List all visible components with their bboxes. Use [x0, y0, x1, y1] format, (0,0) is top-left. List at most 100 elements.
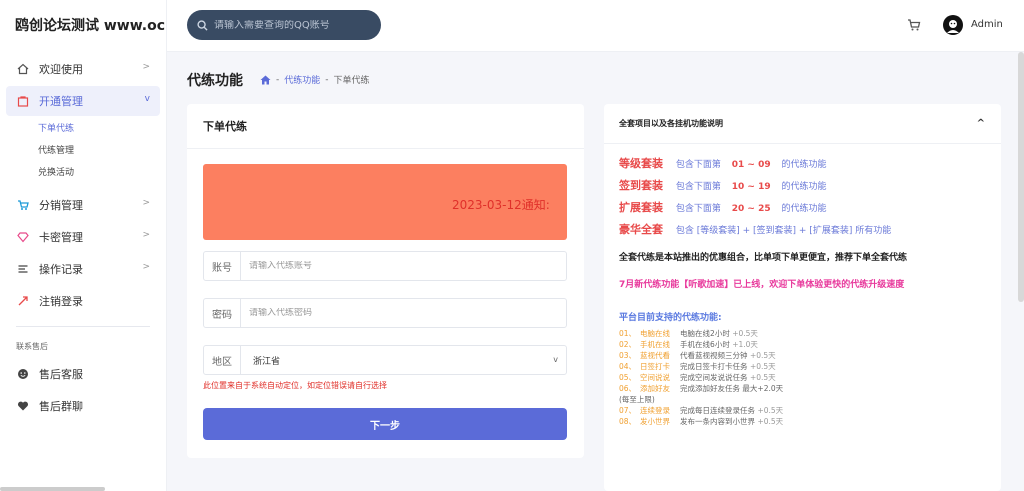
region-value: 浙江省: [253, 356, 281, 367]
package-name: 等级套装: [619, 157, 663, 170]
list-item: 03、 蓝视代看 代看蓝视视频三分钟 +0.5天: [619, 351, 776, 360]
sidebar-item-welcome[interactable]: 欢迎使用 >: [6, 54, 160, 84]
sidebar-subitem-manage[interactable]: 代练管理: [0, 140, 166, 162]
sidebar-item-label: 分销管理: [39, 199, 83, 212]
sidebar-item-group[interactable]: 售后群聊: [6, 391, 160, 421]
package-range: 10 ~ 19: [731, 182, 771, 192]
sidebar-item-label: 开通管理: [39, 95, 83, 108]
package-name: 扩展套装: [619, 201, 663, 214]
next-step-button[interactable]: 下一步: [203, 408, 567, 440]
chevron-down-icon: v: [144, 94, 150, 104]
list-item: 08、 发小世界 发布一条内容到小世界 +0.5天: [619, 417, 784, 426]
username[interactable]: Admin: [971, 19, 1003, 30]
chevron-right-icon: >: [142, 62, 150, 72]
search-input[interactable]: [214, 19, 374, 31]
chevron-right-icon: >: [142, 262, 150, 272]
package-range: 01 ~ 09: [731, 160, 771, 170]
package-row: 签到套装 包含下面第 10 ~ 19 的代练功能: [619, 177, 827, 193]
package-prefix: 包含下面第: [675, 160, 721, 170]
summary-text: 全套代练是本站推出的优惠组合，比单项下单更便宜，推荐下单全套代练: [619, 253, 908, 263]
list-item: 06、 添加好友 完成添加好友任务 最大+2.0天(每至上限): [619, 384, 784, 404]
diamond-icon: [16, 230, 30, 244]
package-suffix: 的代练功能: [781, 182, 827, 192]
breadcrumb-separator: -: [276, 74, 280, 85]
breadcrumb: - 代练功能 - 下单代练: [260, 73, 370, 86]
chevron-right-icon: >: [142, 198, 150, 208]
top-header: Admin: [167, 0, 1024, 52]
package-prefix: 包含 [等级套装] + [签到套装] + [扩展套装] 所有功能: [675, 226, 892, 236]
password-field[interactable]: 密码: [203, 298, 567, 328]
sidebar-item-cardkey[interactable]: 卡密管理 >: [6, 222, 160, 252]
account-input[interactable]: [249, 261, 549, 271]
sidebar-item-label: 卡密管理: [39, 231, 83, 244]
package-row: 扩展套装 包含下面第 20 ~ 25 的代练功能: [619, 199, 827, 215]
package-row: 豪华全套 包含 [等级套装] + [签到套装] + [扩展套装] 所有功能: [619, 221, 891, 237]
notice-banner: 2023-03-12通知:: [203, 164, 567, 240]
cart-icon[interactable]: [907, 18, 921, 32]
account-field[interactable]: 账号: [203, 251, 567, 281]
breadcrumb-link[interactable]: 代练功能: [284, 73, 320, 86]
sidebar-subitem-redeem[interactable]: 兑换活动: [0, 162, 166, 184]
sidebar-item-distribution[interactable]: 分销管理 >: [6, 190, 160, 220]
list-item: 04、 日签打卡 完成日签卡打卡任务 +0.5天: [619, 362, 776, 371]
avatar[interactable]: [943, 15, 963, 35]
sidebar-item-logout[interactable]: 注销登录: [6, 286, 160, 316]
location-hint: 此位置来自于系统自动定位，如定位错误请自行选择: [203, 381, 387, 390]
horizontal-scrollbar[interactable]: [0, 487, 105, 491]
package-suffix: 的代练功能: [781, 204, 827, 214]
logout-icon: [16, 294, 30, 308]
sidebar-item-records[interactable]: 操作记录 >: [6, 254, 160, 284]
region-select[interactable]: 地区 浙江省 v: [203, 345, 567, 375]
sidebar-item-label: 注销登录: [39, 295, 83, 308]
package-prefix: 包含下面第: [675, 182, 721, 192]
chevron-right-icon: >: [142, 230, 150, 240]
account-label: 账号: [204, 252, 241, 280]
sidebar: 鸥创论坛测试 www.ocbb 欢迎使用 > 开通管理 v 下单代练 代练管理 …: [0, 0, 167, 491]
sidebar-item-label: 售后客服: [39, 368, 83, 381]
list-icon: [16, 262, 30, 276]
home-icon: [16, 62, 30, 76]
package-suffix: 的代练功能: [781, 160, 827, 170]
info-card-title: 全套项目以及各挂机功能说明: [619, 119, 723, 128]
sidebar-item-label: 操作记录: [39, 263, 83, 276]
list-item: 05、 空间说说 完成空间发说说任务 +0.5天: [619, 373, 776, 382]
search-bar[interactable]: [187, 10, 381, 40]
order-card: 下单代练 2023-03-12通知: 账号 密码 地区 浙江省 v 此位置来自于…: [187, 104, 584, 458]
package-name: 豪华全套: [619, 223, 663, 236]
package-range: 20 ~ 25: [731, 204, 771, 214]
feature-list: 01、 电脑在线 电脑在线2小时 +0.5天 02、 手机在线 手机在线6小时 +1.0…: [619, 328, 789, 427]
sidebar-subitem-order[interactable]: 下单代练: [0, 118, 166, 140]
list-item: 07、 连续登录 完成每日连续登录任务 +0.5天: [619, 406, 784, 415]
info-card-header[interactable]: 全套项目以及各挂机功能说明 ^: [604, 104, 1001, 144]
package-name: 签到套装: [619, 179, 663, 192]
chevron-up-icon[interactable]: ^: [977, 104, 985, 144]
package-row: 等级套装 包含下面第 01 ~ 09 的代练功能: [619, 155, 827, 171]
region-label: 地区: [204, 346, 241, 374]
password-input[interactable]: [249, 308, 549, 318]
heart-icon: [16, 399, 30, 413]
list-item: 01、 电脑在线 电脑在线2小时 +0.5天: [619, 329, 758, 338]
notice-text: 2023-03-12通知:: [452, 198, 550, 212]
sidebar-section-label: 联系售后: [16, 342, 48, 351]
smile-icon: [16, 367, 30, 381]
info-card: 全套项目以及各挂机功能说明 ^ 等级套装 包含下面第 01 ~ 09 的代练功能…: [604, 104, 1001, 491]
order-card-title: 下单代练: [187, 104, 584, 149]
supported-title: 平台目前支持的代练功能:: [619, 313, 722, 323]
sidebar-item-open-manage[interactable]: 开通管理 v: [6, 86, 160, 116]
shopping-cart-icon: [16, 198, 30, 212]
password-label: 密码: [204, 299, 241, 327]
sidebar-item-label: 售后群聊: [39, 400, 83, 413]
sidebar-item-support[interactable]: 售后客服: [6, 359, 160, 389]
home-icon[interactable]: [260, 75, 271, 85]
page-title: 代练功能: [187, 73, 243, 89]
breadcrumb-separator: -: [325, 74, 329, 85]
package-prefix: 包含下面第: [675, 204, 721, 214]
breadcrumb-current: 下单代练: [333, 76, 370, 86]
sidebar-divider: [16, 326, 150, 327]
brand-title: 鸥创论坛测试 www.ocbb: [15, 18, 166, 34]
search-icon: [197, 19, 208, 31]
list-item: 02、 手机在线 手机在线6小时 +1.0天: [619, 340, 758, 349]
cart-icon: [16, 94, 30, 108]
vertical-scrollbar[interactable]: [1018, 52, 1024, 302]
chevron-down-icon: v: [553, 355, 558, 364]
